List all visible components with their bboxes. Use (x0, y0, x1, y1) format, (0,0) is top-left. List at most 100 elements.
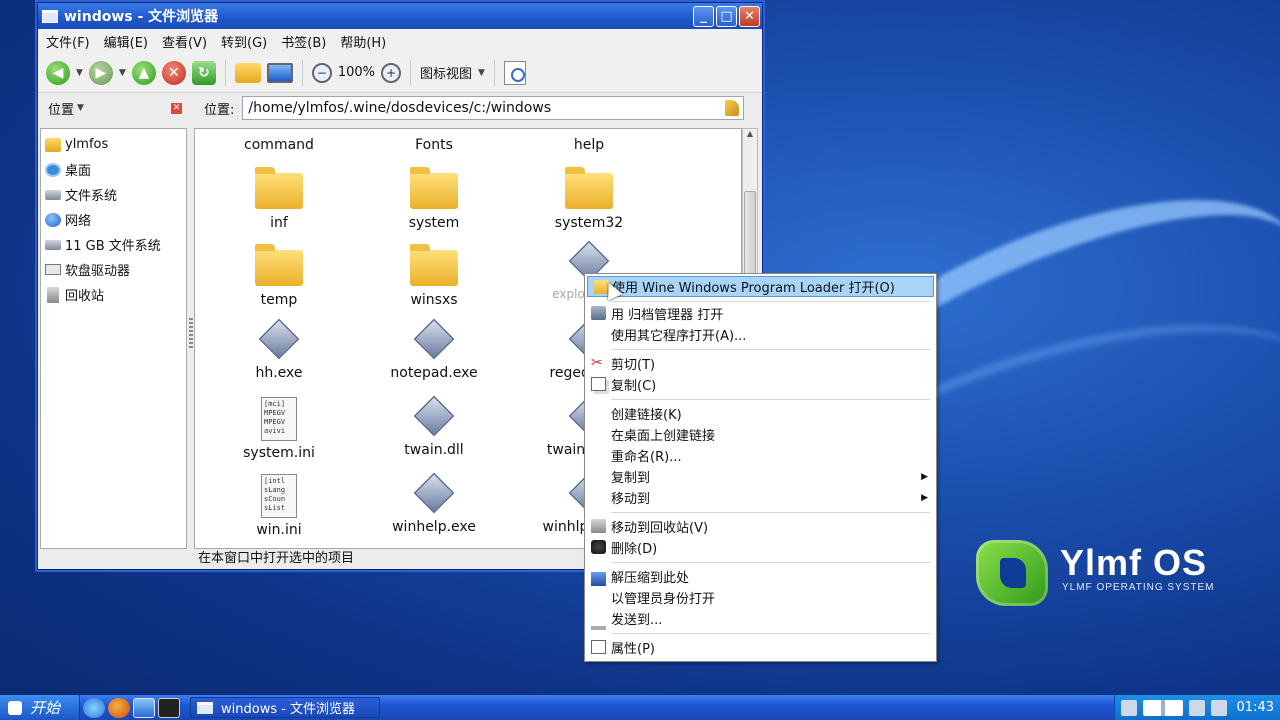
stop-icon[interactable]: ✕ (161, 60, 186, 85)
search-icon[interactable] (503, 60, 526, 85)
update-notifier-icon[interactable] (1210, 699, 1227, 716)
window-icon (197, 701, 213, 714)
sidebar-item-network[interactable]: 网络 (41, 207, 186, 232)
file-item[interactable]: hh.exe (209, 318, 349, 381)
back-history-chevron-icon[interactable]: ▼ (76, 68, 83, 78)
file-item[interactable]: inf (209, 167, 349, 231)
pane-splitter-handle[interactable] (189, 318, 193, 348)
chevron-down-icon: ▼ (77, 103, 84, 113)
sidebar-item-filesystem[interactable]: 文件系统 (41, 182, 186, 207)
drive-icon (45, 239, 61, 250)
zoom-in-icon[interactable]: + (381, 62, 402, 83)
start-label: 开始 (30, 699, 61, 717)
location-input[interactable]: /home/ylmfos/.wine/dosdevices/c:/windows (242, 96, 745, 120)
menu-help[interactable]: 帮助(H) (340, 32, 386, 51)
clock[interactable]: 01:43 (1237, 700, 1274, 715)
sidebar-item-floppy[interactable]: 软盘驱动器 (41, 257, 186, 282)
menu-item-open-as-admin[interactable]: 以管理员身份打开 (585, 587, 936, 608)
file-name: winhelp.exe (392, 519, 476, 535)
menu-item-send-to[interactable]: 发送到... (585, 608, 936, 630)
window-titlebar[interactable]: windows - 文件浏览器 _ □ ✕ (38, 3, 762, 29)
menu-item-create-desktop-link[interactable]: 在桌面上创建链接 (585, 424, 936, 445)
workspace-switcher[interactable] (1142, 699, 1183, 716)
places-sidebar: ylmfos 桌面 文件系统 网络 11 GB 文件系统 软盘驱动器 回收站 (40, 128, 187, 549)
file-item[interactable]: [mci] MPEGV MPEGV avivi system.ini (209, 397, 349, 461)
view-mode-select[interactable]: 图标视图 (420, 63, 472, 82)
maximize-button[interactable]: □ (716, 5, 737, 27)
location-row: 位置 ▼ ✕ 位置: /home/ylmfos/.wine/dosdevices… (38, 93, 762, 123)
menu-go[interactable]: 转到(G) (221, 32, 267, 51)
file-item[interactable]: notepad.exe (364, 318, 504, 381)
sidebar-item-desktop[interactable]: 桌面 (41, 157, 186, 182)
network-status-icon[interactable] (1120, 699, 1137, 716)
close-button[interactable]: ✕ (739, 5, 760, 27)
file-item[interactable]: system32 (519, 167, 659, 231)
text-file-icon: [mci] MPEGV MPEGV avivi (261, 397, 297, 441)
menu-item-copy-to[interactable]: 复制到 ▶ (585, 466, 936, 487)
menu-item-open-with-other[interactable]: 使用其它程序打开(A)... (585, 324, 936, 345)
zoom-level[interactable]: 100% (338, 65, 375, 80)
reload-icon[interactable]: ↻ (191, 60, 216, 85)
menu-item-rename[interactable]: 重命名(R)... (585, 445, 936, 466)
menu-item-properties[interactable]: 属性(P) (585, 637, 936, 658)
scroll-up-icon[interactable]: ▲ (743, 129, 757, 145)
menu-item-delete[interactable]: 删除(D) (585, 537, 936, 558)
menu-item-move-to[interactable]: 移动到 ▶ (585, 487, 936, 508)
menu-item-label: 解压缩到此处 (611, 571, 690, 586)
taskbar-window-button[interactable]: windows - 文件浏览器 (190, 697, 380, 718)
sidebar-close-icon[interactable]: ✕ (171, 102, 182, 114)
file-name: hh.exe (255, 365, 303, 381)
file-item[interactable]: winhelp.exe (364, 472, 504, 535)
file-name: system32 (554, 215, 624, 231)
terminal-launcher-icon[interactable] (158, 697, 180, 718)
back-arrow-icon[interactable]: ◀ (46, 60, 70, 85)
menu-item-create-link[interactable]: 创建链接(K) (585, 403, 936, 424)
network-globe-icon (45, 212, 61, 227)
forward-arrow-icon[interactable]: ▶ (88, 60, 113, 85)
up-arrow-icon[interactable]: ▲ (131, 60, 156, 85)
menu-item-open-with-wine[interactable]: 使用 Wine Windows Program Loader 打开(O) (587, 276, 934, 297)
file-name: help (573, 137, 605, 153)
firefox-launcher-icon[interactable] (108, 697, 130, 718)
menu-edit[interactable]: 编辑(E) (104, 32, 148, 51)
file-item[interactable]: twain.dll (364, 395, 504, 458)
menu-item-label: 创建链接(K) (611, 408, 682, 423)
file-item[interactable]: system (364, 167, 504, 231)
file-item[interactable]: help (519, 137, 659, 153)
file-item[interactable]: [intl sLang sCoun sList win.ini (209, 474, 349, 538)
menu-bookmarks[interactable]: 书签(B) (281, 32, 326, 51)
zoom-out-icon[interactable]: − (311, 62, 332, 83)
show-desktop-icon[interactable] (133, 697, 155, 718)
sidebar-header[interactable]: 位置 ▼ ✕ (38, 99, 188, 118)
menu-item-open-with-archive-manager[interactable]: 用 归档管理器 打开 (585, 303, 936, 324)
menu-separator (585, 508, 936, 516)
menu-item-label: 移动到 (611, 492, 651, 507)
menu-view[interactable]: 查看(V) (162, 32, 207, 51)
menu-file[interactable]: 文件(F) (46, 32, 90, 51)
file-item[interactable]: temp (209, 244, 349, 308)
clear-location-icon[interactable] (725, 100, 740, 116)
browser-launcher-icon[interactable] (83, 697, 105, 718)
view-mode-chevron-icon[interactable]: ▼ (478, 68, 485, 78)
start-button[interactable]: 开始 (0, 695, 80, 720)
minimize-button[interactable]: _ (693, 5, 714, 27)
file-item[interactable]: Fonts (364, 137, 504, 153)
home-folder-icon[interactable] (234, 62, 261, 83)
menu-item-move-to-trash[interactable]: 移动到回收站(V) (585, 516, 936, 537)
sidebar-item-home[interactable]: ylmfos (41, 132, 186, 157)
file-item[interactable]: winsxs (364, 244, 504, 308)
forward-history-chevron-icon[interactable]: ▼ (119, 68, 126, 78)
volume-icon[interactable] (1188, 699, 1205, 716)
sidebar-item-trash[interactable]: 回收站 (41, 282, 186, 307)
submenu-arrow-icon: ▶ (921, 492, 928, 503)
file-item[interactable]: command (209, 137, 349, 153)
menu-item-extract-here[interactable]: 解压缩到此处 (585, 566, 936, 587)
menu-item-cut[interactable]: ✂ 剪切(T) (585, 353, 936, 374)
menu-item-label: 用 归档管理器 打开 (611, 308, 724, 323)
sidebar-item-11gb-filesystem[interactable]: 11 GB 文件系统 (41, 232, 186, 257)
menu-item-copy[interactable]: 复制(C) (585, 374, 936, 395)
computer-icon[interactable] (266, 62, 293, 83)
sidebar-item-label: 网络 (65, 214, 92, 229)
menu-item-label: 移动到回收站(V) (611, 521, 709, 536)
desktop-icon (45, 162, 61, 177)
